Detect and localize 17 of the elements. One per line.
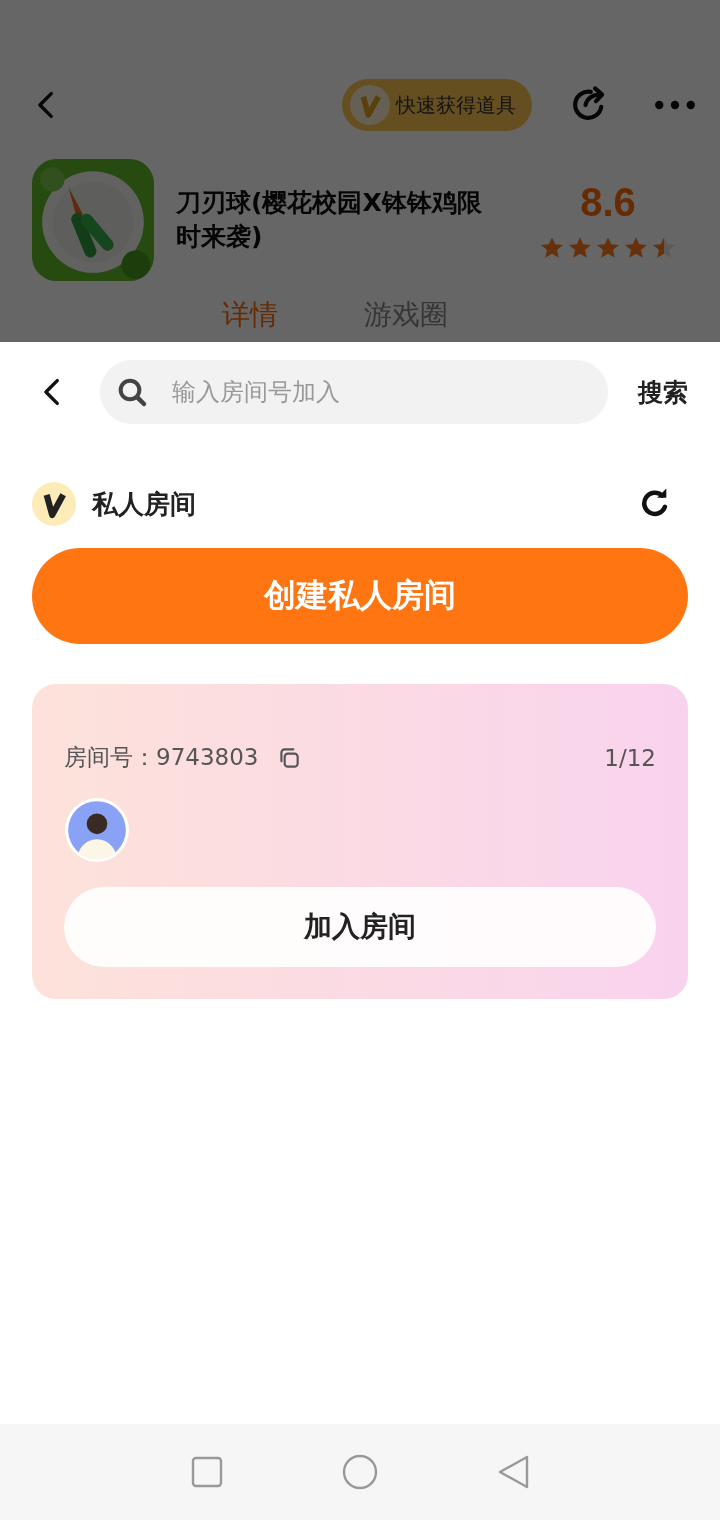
more-icon[interactable] (654, 99, 696, 111)
search-icon (116, 376, 148, 408)
search-button[interactable]: 搜索 (638, 375, 688, 409)
create-room-button[interactable]: 创建私人房间 (32, 548, 688, 644)
logo-icon (350, 85, 390, 125)
search-field[interactable]: 输入房间号加入 (100, 360, 608, 424)
player-count: 1/12 (604, 744, 656, 771)
section-title: 私人房间 (92, 487, 196, 521)
app-title: 刀刃球(樱花校园X钵钵鸡限时来袭) (176, 187, 483, 253)
join-room-button[interactable]: 加入房间 (64, 887, 656, 967)
room-number: 房间号：9743803 (64, 743, 259, 772)
home-icon[interactable] (342, 1454, 378, 1490)
rating-score: 8.6 (580, 179, 636, 225)
avatar (64, 797, 130, 863)
logo-icon (32, 482, 76, 526)
quick-items-button[interactable]: 快速获得道具 (342, 79, 532, 131)
tab[interactable]: 详情 (222, 296, 278, 334)
